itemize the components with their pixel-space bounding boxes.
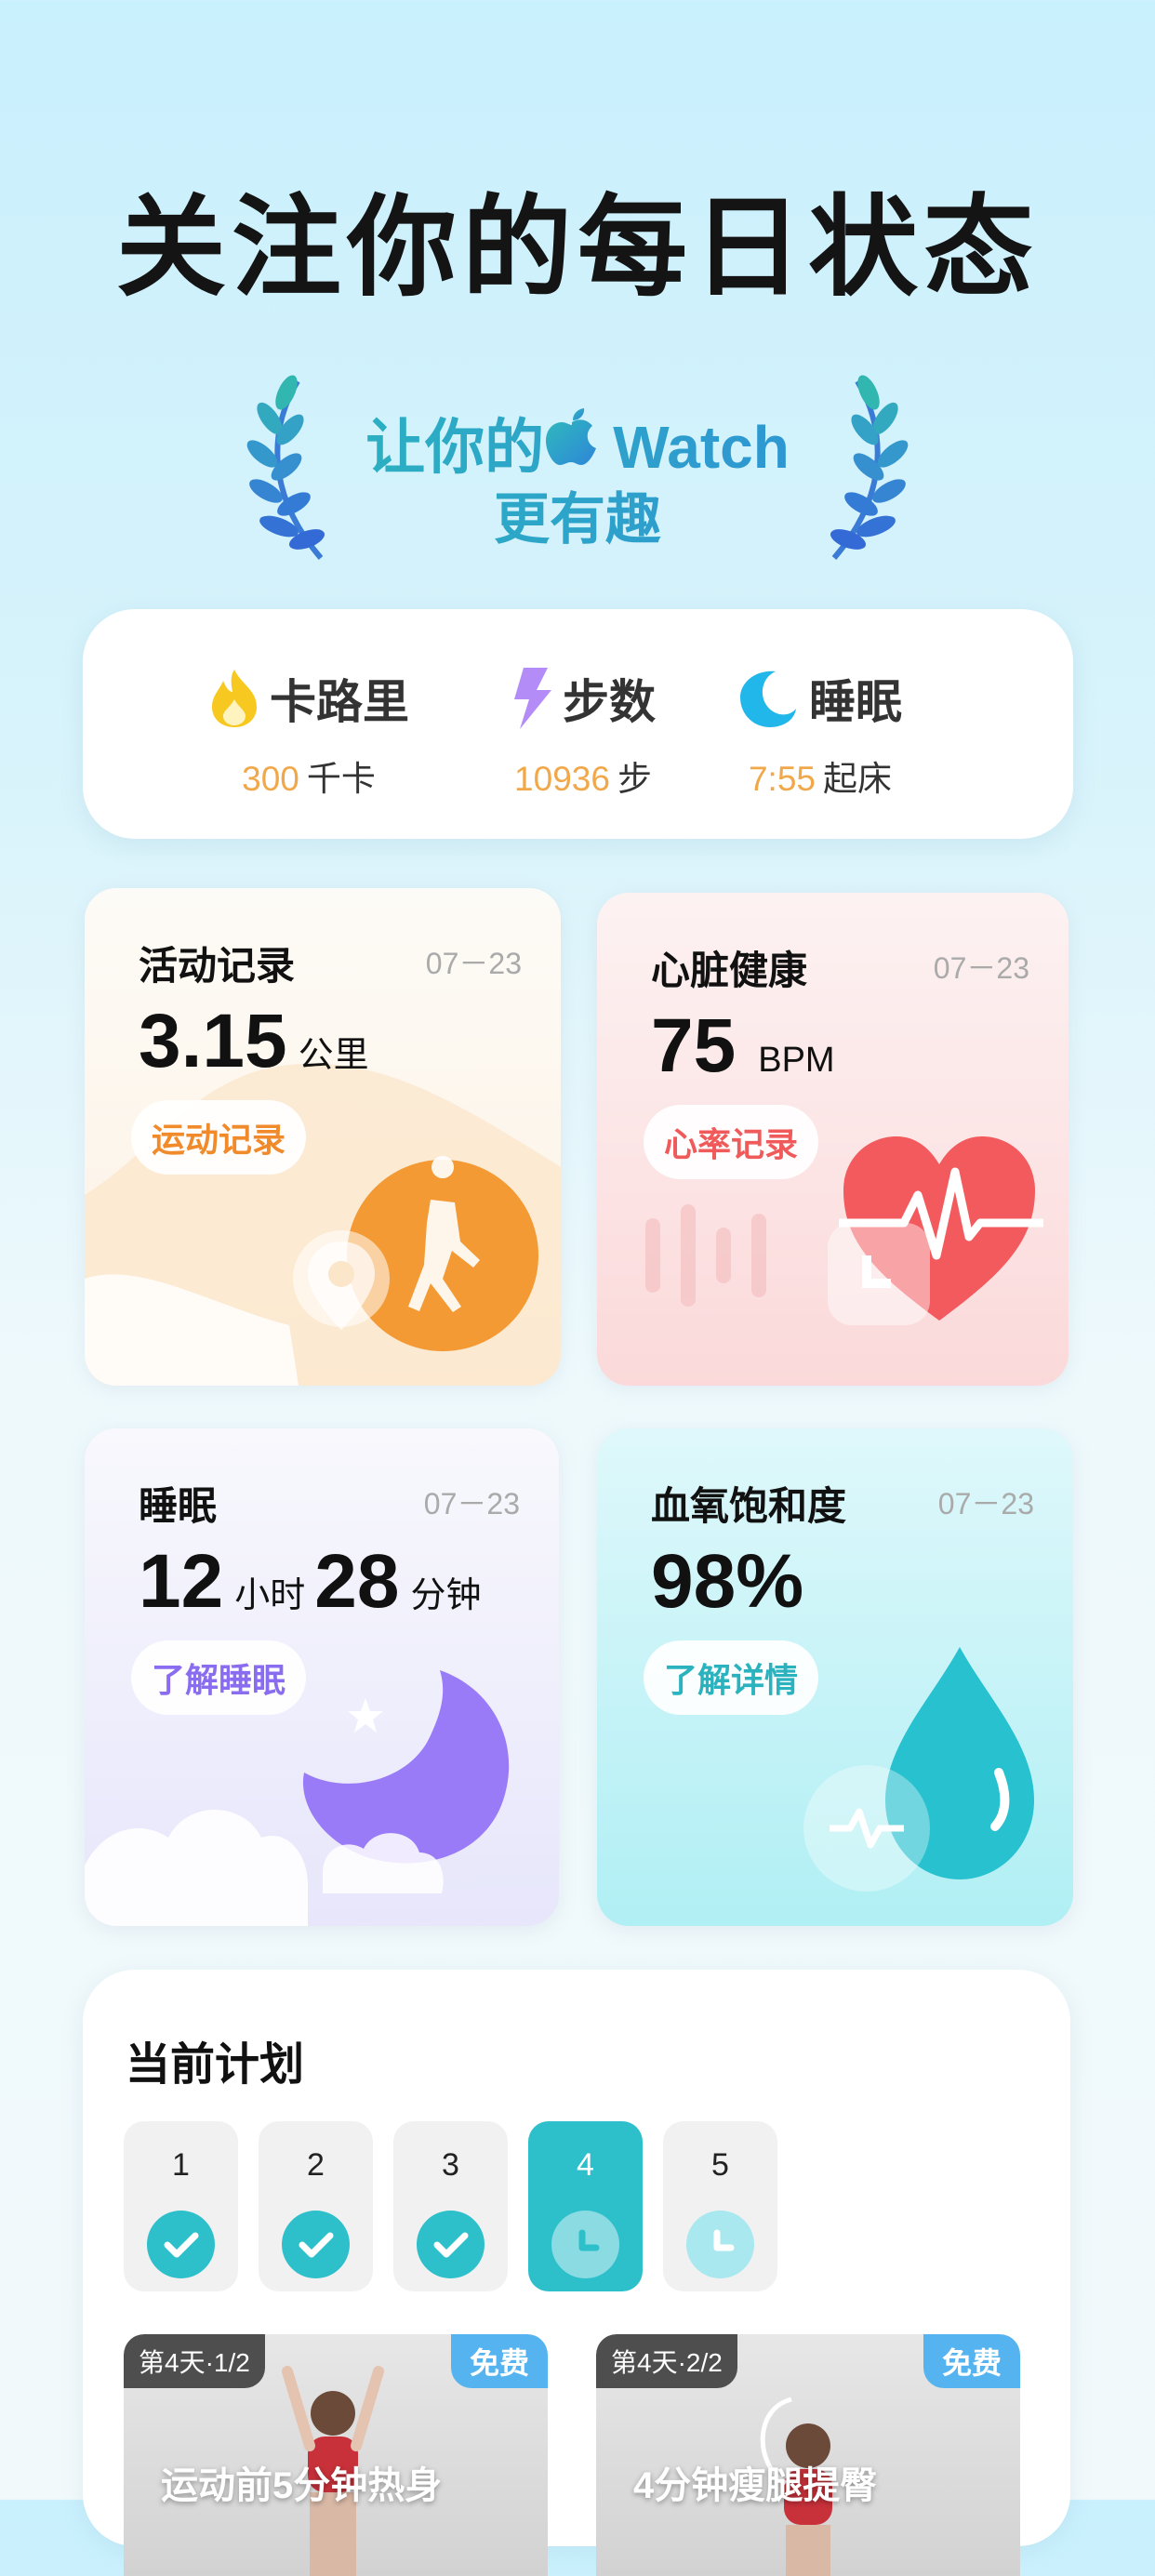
- distance-value: 3.15 公里: [139, 998, 369, 1085]
- card-title: 睡眠: [139, 1484, 218, 1528]
- card-date: 07－23: [933, 951, 1029, 985]
- page-title: 关注你的每日状态: [115, 187, 1039, 310]
- blood-oxygen-value: 98%: [651, 1539, 804, 1624]
- learn-sleep-button[interactable]: 了解睡眠: [131, 1640, 307, 1715]
- heart-rate-number: 75: [651, 1003, 737, 1088]
- learn-details-button[interactable]: 了解详情: [644, 1640, 819, 1715]
- card-title: 心脏健康: [651, 949, 808, 992]
- exercise-record-button[interactable]: 运动记录: [131, 1100, 307, 1175]
- stat-unit: 千卡: [306, 760, 376, 798]
- stat-label: 睡眠: [809, 676, 902, 728]
- current-plan-card: 当前计划 1 2 3 4 5 第4天·1/2 免费 运动前5分钟热身 第4天·2…: [83, 1970, 1070, 2576]
- sleep-minutes-unit: 分钟: [410, 1576, 482, 1615]
- heart-rate-record-button[interactable]: 心率记录: [644, 1105, 819, 1179]
- free-badge: 免费: [923, 2334, 1020, 2388]
- day-number: 5: [711, 2147, 729, 2183]
- sleep-hours: 12: [139, 1539, 224, 1624]
- watch-badge: 让你的 Watch 更有趣: [232, 372, 923, 577]
- lightning-icon: [514, 668, 551, 729]
- blood-oxygen-card[interactable]: 血氧饱和度 07－23 98% 了解详情: [597, 1428, 1073, 1926]
- apple-logo-icon: [546, 408, 596, 465]
- day-number: 1: [172, 2147, 190, 2183]
- plan-day-3[interactable]: 3: [393, 2121, 508, 2291]
- stat-unit: 步: [617, 760, 652, 798]
- badge-line2: 更有趣: [232, 474, 923, 555]
- day-number: 3: [442, 2147, 459, 2183]
- moon-icon: [740, 671, 796, 727]
- course-day-tag: 第4天·1/2: [124, 2334, 265, 2388]
- stat-unit: 起床: [823, 760, 892, 798]
- clock-icon: [686, 2211, 754, 2278]
- card-title: 活动记录: [139, 944, 296, 988]
- stat-value: 300: [242, 760, 299, 798]
- heart-health-card[interactable]: 心脏健康 07－23 75 BPM 心率记录: [597, 893, 1069, 1386]
- stat-calories[interactable]: 卡路里 300 千卡: [208, 665, 409, 801]
- clock-icon: [551, 2211, 619, 2278]
- sleep-hours-unit: 小时: [234, 1576, 306, 1615]
- plan-title: 当前计划: [126, 2040, 305, 2090]
- plan-day-5[interactable]: 5: [663, 2121, 777, 2291]
- distance-number: 3.15: [139, 999, 287, 1083]
- heart-rate-value: 75 BPM: [651, 1003, 835, 1090]
- course-day-tag: 第4天·2/2: [596, 2334, 737, 2388]
- stat-value: 10936: [514, 760, 610, 798]
- stat-steps[interactable]: 步数 10936 步: [511, 665, 656, 801]
- badge-prefix: 让你的: [365, 414, 545, 481]
- card-date: 07－23: [423, 1487, 520, 1520]
- stat-label: 步数: [563, 676, 656, 728]
- stat-sleep[interactable]: 睡眠 7:55 起床: [738, 665, 902, 801]
- daily-stats-card: 卡路里 300 千卡 步数 10936 步 睡眠 7:55 起床: [83, 609, 1073, 839]
- check-icon: [147, 2211, 215, 2278]
- course-card[interactable]: 第4天·2/2 免费 4分钟瘦腿提臀: [596, 2334, 1020, 2576]
- heart-rate-unit: BPM: [758, 1041, 835, 1080]
- plan-day-4[interactable]: 4: [528, 2121, 643, 2291]
- day-number: 4: [577, 2147, 594, 2183]
- badge-watch: Watch: [613, 414, 790, 481]
- course-name: 4分钟瘦腿提臀: [633, 2465, 878, 2506]
- flame-icon: [212, 670, 257, 727]
- check-icon: [282, 2211, 350, 2278]
- card-title: 血氧饱和度: [651, 1484, 847, 1528]
- day-number: 2: [307, 2147, 325, 2183]
- card-date: 07－23: [937, 1487, 1034, 1520]
- distance-unit: 公里: [298, 1036, 369, 1075]
- plan-day-2[interactable]: 2: [259, 2121, 373, 2291]
- free-badge: 免费: [450, 2334, 548, 2388]
- activity-card[interactable]: 活动记录 07－23 3.15 公里 运动记录: [85, 888, 561, 1386]
- check-icon: [417, 2211, 485, 2278]
- card-date: 07－23: [425, 947, 522, 980]
- plan-day-1[interactable]: 1: [124, 2121, 238, 2291]
- sleep-minutes: 28: [314, 1539, 400, 1624]
- sleep-duration-value: 12 小时 28 分钟: [139, 1538, 481, 1626]
- stat-value: 7:55: [748, 760, 816, 798]
- sleep-card[interactable]: 睡眠 07－23 12 小时 28 分钟 了解睡眠: [85, 1428, 559, 1926]
- course-card[interactable]: 第4天·1/2 免费 运动前5分钟热身: [124, 2334, 548, 2576]
- course-name: 运动前5分钟热身: [161, 2465, 443, 2506]
- stat-label: 卡路里: [270, 676, 409, 728]
